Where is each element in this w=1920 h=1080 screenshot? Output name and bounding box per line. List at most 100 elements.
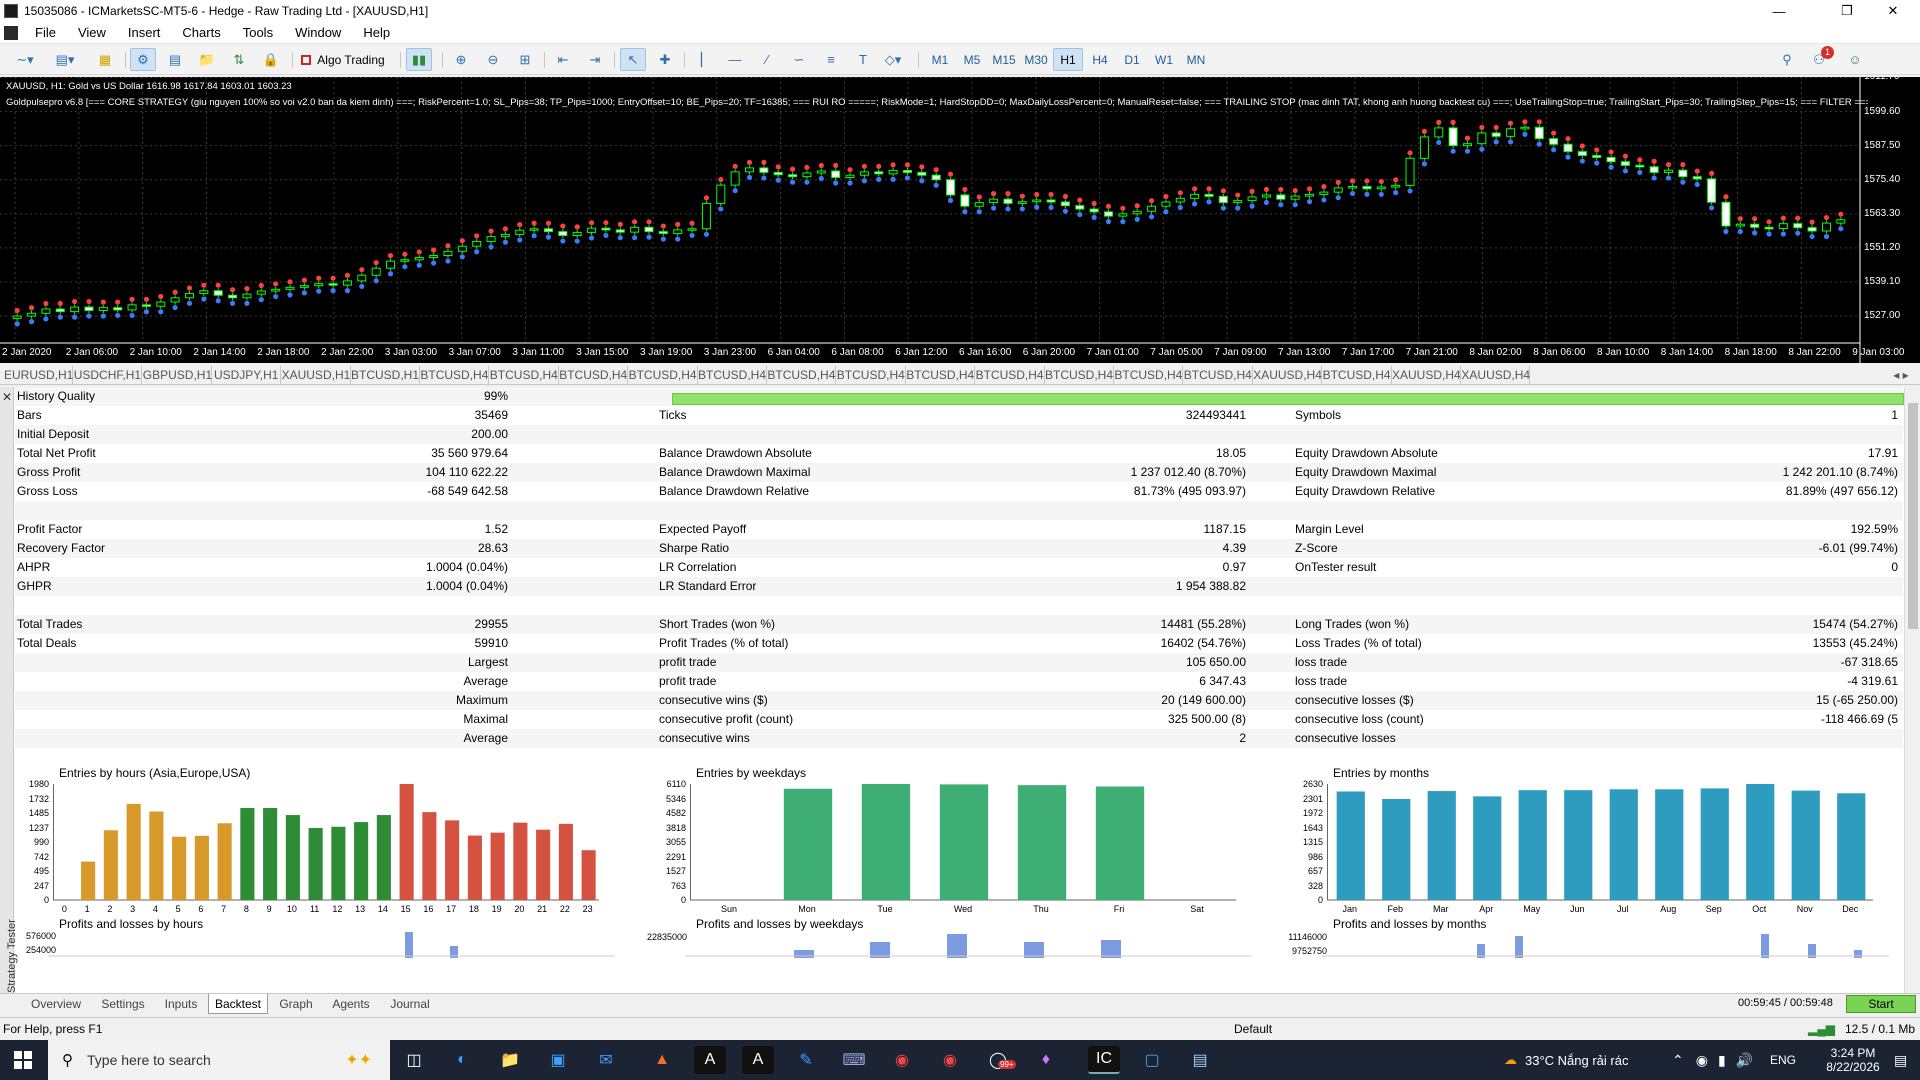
templates-icon[interactable]: ▤▾ [52,48,78,71]
symbol-tab[interactable]: XAUUSD,H4 [1461,366,1531,384]
app-badge-icon[interactable]: ◯ 99+ [982,1046,1016,1074]
taskbar-search-input[interactable]: ⚲ Type here to search ✦✦ [48,1040,390,1080]
tray-icons[interactable]: ⌃ ◉ ▮ 🔊 [1672,1040,1753,1080]
symbol-tab[interactable]: BTCUSD,H4 [767,366,837,384]
chart-menu-icon[interactable] [4,25,18,40]
tab-agents[interactable]: Agents [324,994,378,1014]
chevron-up-icon[interactable]: ⌃ [1672,1052,1684,1069]
menu-charts[interactable]: Charts [171,22,231,44]
report-scrollbar[interactable] [1904,387,1920,995]
channel-icon[interactable]: ∽ [786,48,812,71]
shapes-icon[interactable]: ◇▾ [880,48,906,71]
menu-help[interactable]: Help [352,22,401,44]
timeframe-m5[interactable]: M5 [957,48,987,71]
windows-start-icon[interactable] [0,1040,46,1080]
chrome-icon[interactable]: ◉ [886,1046,918,1074]
crosshair-icon[interactable]: ✚ [652,48,678,71]
candlestick-icon[interactable]: ▮▮ [406,48,432,71]
text-icon[interactable]: T [850,48,876,71]
symbol-tab[interactable]: EURUSD,H1 [4,366,73,384]
tab-scroll-arrows-icon[interactable]: ◂ ▸ [1886,366,1916,384]
symbol-tab[interactable]: BTCUSD,H4 [698,366,767,384]
symbol-tab[interactable]: XAUUSD,H1 [282,366,351,384]
window-task-icon[interactable]: ▢ [1136,1046,1168,1074]
weather-widget[interactable]: ☁ 33°C Nắng rải rác [1504,1040,1628,1080]
maximize-button[interactable]: ❐ [1824,0,1870,22]
search-icon[interactable]: ⚲ [1774,48,1800,71]
new-order-icon[interactable]: ⇅ [226,48,252,71]
account-icon[interactable]: ☺ [1842,48,1868,71]
symbol-tab[interactable]: BTCUSD,H4 [1045,366,1114,384]
store-icon[interactable]: ▣ [542,1046,574,1074]
scroll-end-icon[interactable]: ⇤ [550,48,576,71]
market-watch-icon[interactable]: ▦ [92,48,118,71]
navigator-icon[interactable]: 📁 [194,48,220,71]
close-button[interactable]: ✕ [1870,0,1916,22]
notes-task-icon[interactable]: ▤ [1184,1046,1216,1074]
battery-icon[interactable]: ▮ [1718,1052,1726,1069]
symbol-tab[interactable]: BTCUSD,H4 [906,366,976,384]
start-button[interactable]: Start [1846,995,1916,1013]
horizontal-line-icon[interactable]: — [722,48,748,71]
edge-icon[interactable]: ◐ [446,1046,478,1074]
tab-inputs[interactable]: Inputs [155,994,207,1014]
menu-file[interactable]: File [24,22,67,44]
data-window-icon[interactable]: ▤ [162,48,188,71]
symbol-tab[interactable]: USDJPY,H1 [212,366,282,384]
vertical-line-icon[interactable]: ⎜ [690,48,716,71]
symbol-tab[interactable]: BTCUSD,H4 [1323,366,1392,384]
tab-backtest[interactable]: Backtest [208,994,268,1014]
close-tester-icon[interactable]: ✕ [2,390,12,404]
symbol-tab[interactable]: GBPUSD,H1 [143,366,212,384]
symbol-tab[interactable]: BTCUSD,H4 [420,366,490,384]
algo-trading-button[interactable]: Algo Trading [296,48,390,71]
chart-type-icon[interactable]: ∼▾ [12,48,38,71]
task-view-icon[interactable]: ◫ [398,1046,430,1074]
timeframe-m30[interactable]: M30 [1021,48,1051,71]
symbol-tab[interactable]: USDCHF,H1 [73,366,143,384]
menu-tools[interactable]: Tools [232,22,284,44]
symbol-tab[interactable]: BTCUSD,H4 [629,366,698,384]
volume-icon[interactable]: 🔊 [1736,1052,1753,1069]
clock[interactable]: 3:24 PM 8/22/2026 [1820,1040,1886,1080]
zoom-out-icon[interactable]: ⊖ [480,48,506,71]
symbol-tab[interactable]: BTCUSD,H4 [490,366,559,384]
tab-overview[interactable]: Overview [26,994,86,1014]
copilot-icon[interactable]: ♦ [1030,1046,1062,1074]
notifications-icon[interactable]: ⚇ 1 [1806,46,1834,71]
symbol-tab[interactable]: BTCUSD,H4 [1184,366,1253,384]
brave-icon[interactable]: ▲ [646,1046,678,1074]
mail-icon[interactable]: ✉ [590,1046,622,1074]
notification-center-icon[interactable]: ▤ [1894,1040,1907,1080]
timeframe-m15[interactable]: M15 [989,48,1019,71]
strategy-tester-icon[interactable]: ⚙ [130,48,156,71]
language-indicator[interactable]: ENG [1770,1040,1796,1080]
tab-journal[interactable]: Journal [382,994,438,1014]
symbol-tab[interactable]: BTCUSD,H4 [1114,366,1184,384]
symbol-tab[interactable]: XAUUSD,H4 [1392,366,1461,384]
app-a-icon[interactable]: A [694,1046,726,1074]
price-chart[interactable]: XAUUSD, H1: Gold vs US Dollar 1616.98 16… [0,77,1920,363]
chrome2-icon[interactable]: ◉ [934,1046,966,1074]
cursor-icon[interactable]: ↖ [620,48,646,71]
symbol-tab[interactable]: BTCUSD,H4 [559,366,629,384]
symbol-tab[interactable]: XAUUSD,H4 [1253,366,1323,384]
menu-view[interactable]: View [67,22,117,44]
signals-icon[interactable]: 🔒 [258,48,284,71]
snip-icon[interactable]: ✎ [790,1046,822,1074]
minimize-button[interactable]: — [1756,0,1802,22]
fibonacci-icon[interactable]: ≡ [818,48,844,71]
file-explorer-icon[interactable]: 📁 [494,1046,526,1074]
trendline-icon[interactable]: ∕ [754,48,780,71]
chart-shift-icon[interactable]: ⇥ [582,48,608,71]
network-icon[interactable]: ◉ [1696,1052,1708,1069]
timeframe-h1[interactable]: H1 [1053,48,1083,71]
menu-insert[interactable]: Insert [117,22,172,44]
timeframe-d1[interactable]: D1 [1117,48,1147,71]
zoom-in-icon[interactable]: ⊕ [448,48,474,71]
terminal-icon[interactable]: ⌨ [838,1046,870,1074]
timeframe-m1[interactable]: M1 [925,48,955,71]
metatrader-task-icon[interactable]: IC [1088,1046,1120,1074]
symbol-tab[interactable]: BTCUSD,H4 [837,366,906,384]
timeframe-h4[interactable]: H4 [1085,48,1115,71]
